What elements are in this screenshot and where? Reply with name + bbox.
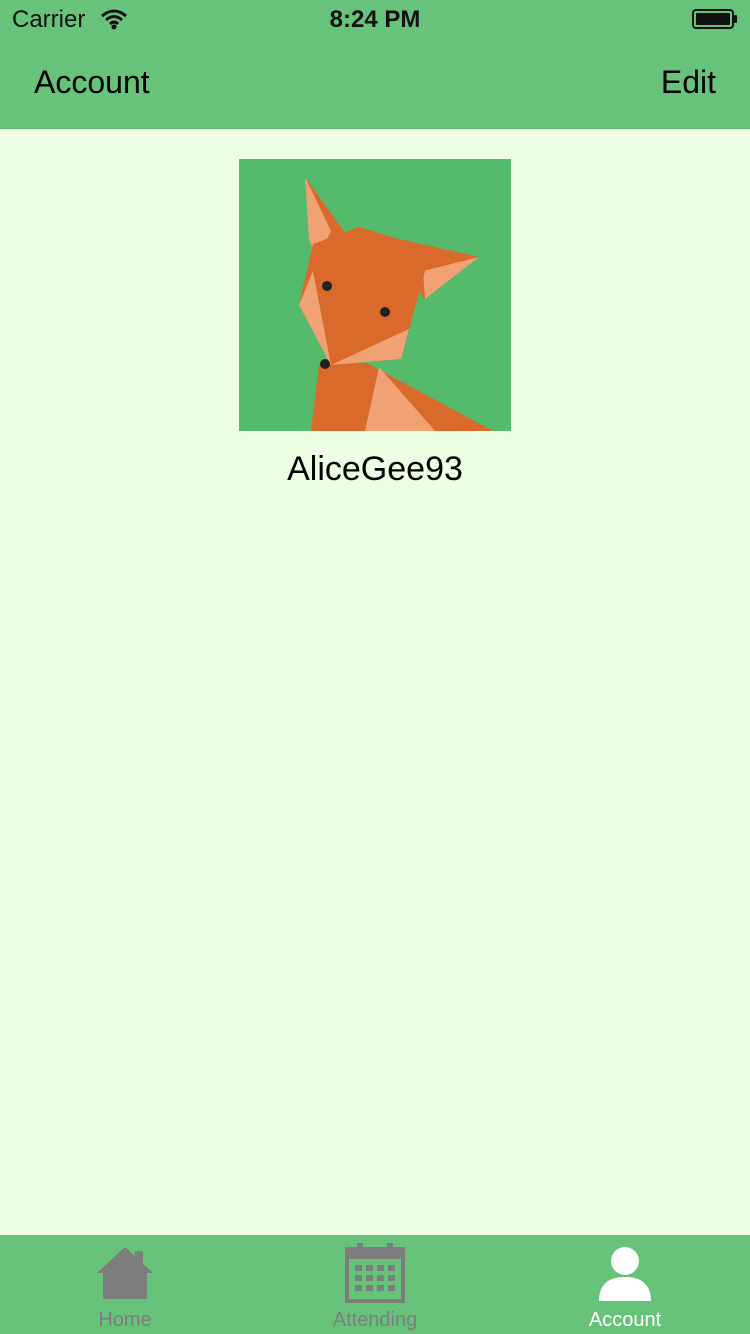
calendar-icon (345, 1243, 405, 1303)
status-bar: Carrier 8:24 PM (0, 0, 750, 40)
tab-attending-label: Attending (332, 1309, 418, 1331)
tab-attending[interactable]: Attending (250, 1235, 500, 1334)
tab-bar: Home Attending Account (0, 1235, 750, 1334)
person-icon (599, 1247, 651, 1301)
tab-home-label: Home (98, 1309, 152, 1331)
battery-icon (692, 9, 737, 29)
page-title: Account (34, 64, 150, 100)
tab-account[interactable]: Account (500, 1235, 750, 1334)
tab-account-label: Account (588, 1309, 662, 1331)
edit-button[interactable]: Edit (661, 64, 716, 101)
username: AliceGee93 (287, 450, 463, 488)
home-icon (97, 1247, 153, 1299)
avatar (239, 159, 511, 431)
tab-home[interactable]: Home (0, 1235, 250, 1334)
clock: 8:24 PM (329, 6, 421, 33)
navigation-header: Carrier 8:24 PM Account Edit (0, 0, 750, 129)
